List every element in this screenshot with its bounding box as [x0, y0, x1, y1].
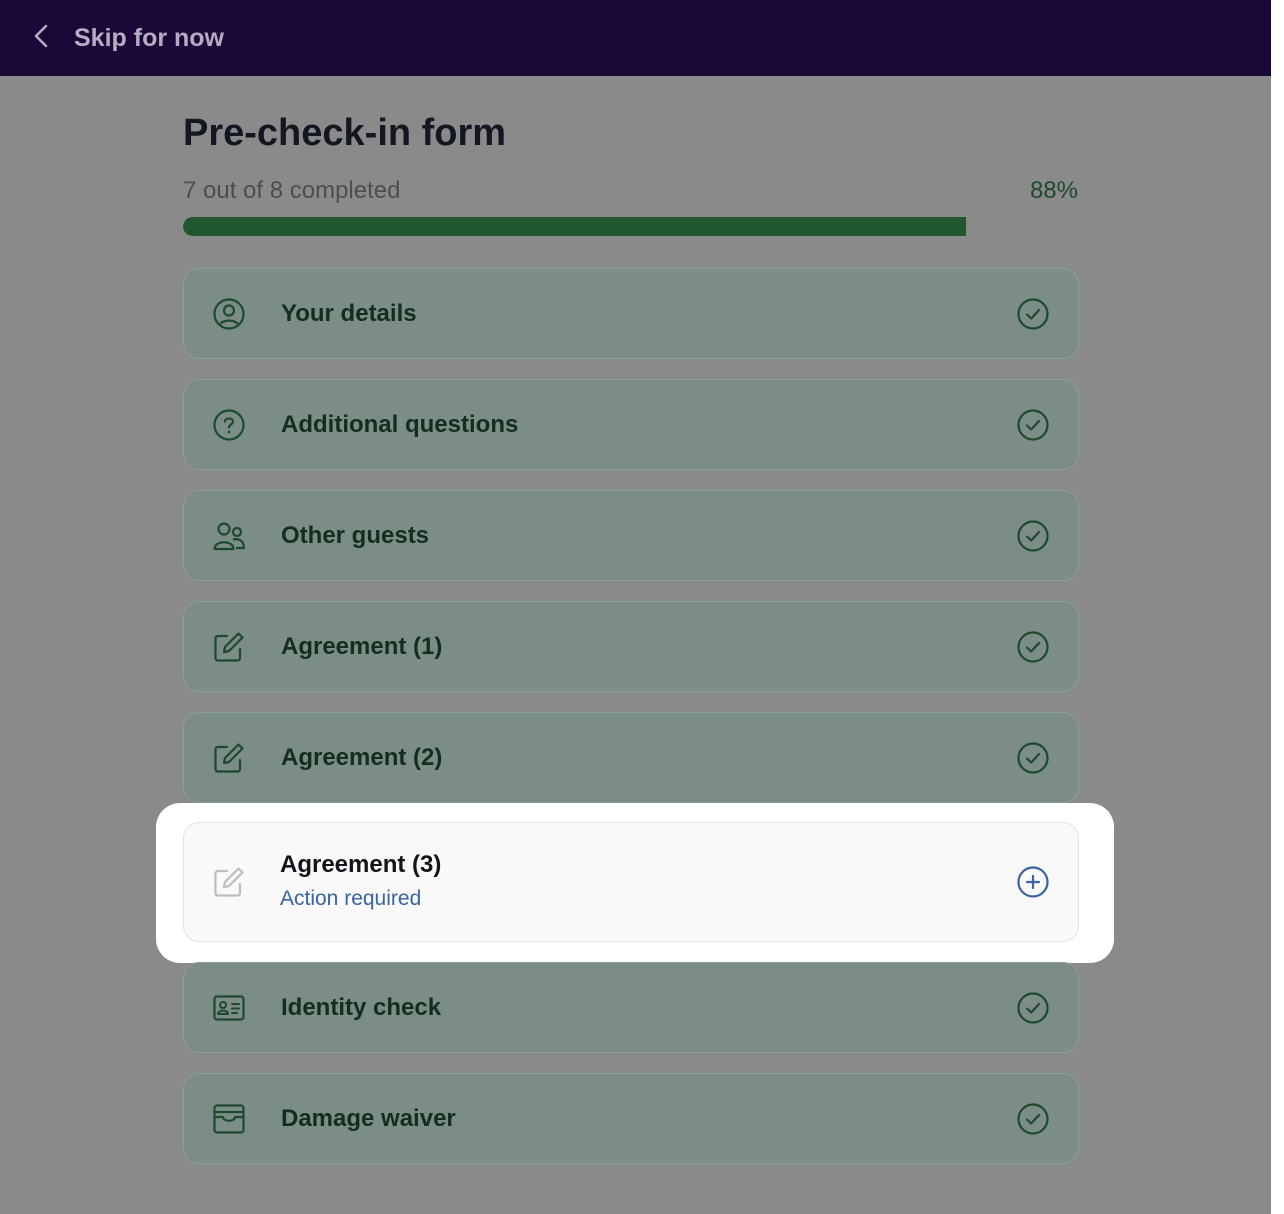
check-circle-icon: [1016, 1102, 1050, 1136]
pen-square-icon: [212, 630, 246, 664]
check-circle-icon: [1016, 991, 1050, 1025]
check-circle-icon: [1016, 630, 1050, 664]
plus-circle-icon[interactable]: [1016, 865, 1050, 899]
progress-summary: 7 out of 8 completed: [183, 177, 401, 204]
step-additional-questions[interactable]: Additional questions: [183, 379, 1079, 470]
check-circle-icon: [1016, 741, 1050, 775]
progress-bar: [183, 217, 1078, 236]
check-circle-icon: [1016, 408, 1050, 442]
question-circle-icon: [212, 408, 246, 442]
id-card-icon: [212, 991, 246, 1025]
pen-square-icon: [212, 741, 246, 775]
step-identity-check[interactable]: Identity check: [183, 962, 1079, 1053]
step-other-guests[interactable]: Other guests: [183, 490, 1079, 581]
step-label: Damage waiver: [281, 1104, 456, 1132]
step-label: Additional questions: [281, 410, 519, 438]
page-title: Pre-check-in form: [183, 112, 507, 154]
step-agreement-2[interactable]: Agreement (2): [183, 712, 1079, 803]
step-label: Agreement (1): [281, 632, 443, 660]
user-circle-icon: [212, 297, 246, 331]
users-icon: [212, 519, 246, 553]
step-your-details[interactable]: Your details: [183, 268, 1079, 359]
progress-percent: 88%: [1029, 177, 1078, 204]
step-label: Identity check: [281, 993, 442, 1021]
check-circle-icon: [1016, 519, 1050, 553]
skip-for-now-button[interactable]: Skip for now: [28, 22, 224, 55]
step-label: Agreement (3): [280, 851, 442, 878]
progress-bar-fill: [183, 217, 967, 236]
step-label: Your details: [281, 299, 417, 327]
top-bar: Skip for now: [0, 0, 1271, 76]
pen-square-icon: [212, 865, 246, 899]
check-circle-icon: [1016, 297, 1050, 331]
step-label: Agreement (2): [281, 743, 443, 771]
step-label: Other guests: [281, 521, 430, 549]
skip-for-now-label: Skip for now: [74, 23, 224, 52]
chevron-left-icon: [28, 22, 56, 55]
wallet-icon: [212, 1102, 246, 1136]
action-required-label: Action required: [280, 887, 422, 910]
right-edge-strip: [1271, 0, 1284, 1214]
step-damage-waiver[interactable]: Damage waiver: [183, 1073, 1079, 1164]
step-agreement-3[interactable]: Agreement (3) Action required: [183, 822, 1079, 942]
step-agreement-1[interactable]: Agreement (1): [183, 601, 1079, 692]
